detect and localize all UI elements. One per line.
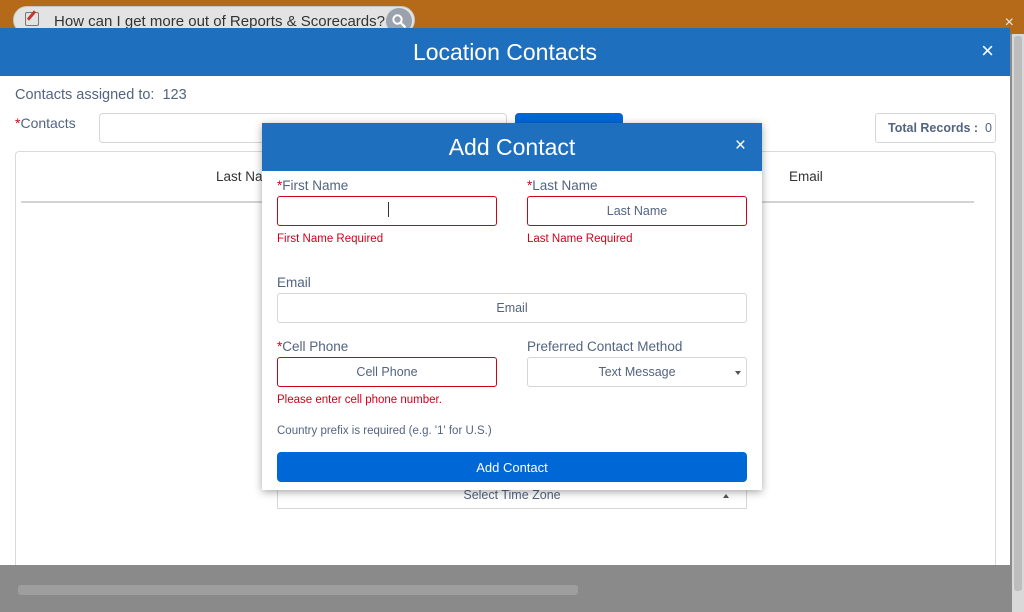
preferred-contact-selected: Text Message [598,365,676,379]
vertical-scrollbar-thumb[interactable] [1014,36,1022,591]
contacts-label-text: Contacts [20,115,76,131]
contacts-assigned-value: 123 [162,87,187,103]
first-name-label: *First Name [277,178,348,193]
total-records-label: Total Records : [888,121,979,135]
caret-up-icon [723,494,729,498]
add-contact-header: Add Contact × [262,123,762,171]
add-contact-title: Add Contact [448,134,576,160]
add-contact-button[interactable]: Add Contact [277,452,747,482]
preferred-contact-select[interactable]: Text Message [527,357,747,387]
location-contacts-title: Location Contacts [412,39,598,65]
total-records-badge: Total Records : 0 [875,113,996,143]
contacts-assigned-row: Contacts assigned to: 123 [15,87,187,103]
add-contact-close-icon[interactable]: × [735,135,746,157]
first-name-label-text: First Name [282,178,349,193]
first-name-input[interactable] [277,196,497,226]
last-name-error: Last Name Required [527,233,633,245]
last-name-label: *Last Name [527,178,598,193]
first-name-error: First Name Required [277,233,384,245]
last-name-input[interactable] [527,196,747,226]
contacts-assigned-label: Contacts assigned to: [15,87,155,103]
cell-phone-label: *Cell Phone [277,339,348,354]
text-cursor [388,202,389,217]
horizontal-scrollbar[interactable] [18,585,578,595]
email-label: Email [277,275,311,290]
cell-phone-label-text: Cell Phone [282,339,349,354]
search-icon [392,14,406,28]
cell-phone-error: Please enter cell phone number. [277,394,442,406]
caret-down-icon [735,371,741,375]
contacts-label: *Contacts [15,115,76,131]
cell-phone-input[interactable] [277,357,497,387]
edit-icon [25,12,39,26]
add-contact-modal: Add Contact × *First Name First Name Req… [262,123,762,490]
location-contacts-header: Location Contacts × [0,28,1010,76]
location-contacts-close-icon[interactable]: × [981,38,994,64]
column-header-last-name[interactable]: Last Nar [216,169,267,184]
time-zone-selected: Select Time Zone [463,488,561,502]
column-header-email[interactable]: Email [789,169,823,184]
country-prefix-note: Country prefix is required (e.g. '1' for… [277,425,492,437]
preferred-contact-label: Preferred Contact Method [527,339,683,354]
last-name-label-text: Last Name [532,178,598,193]
email-input[interactable] [277,293,747,323]
vertical-scrollbar[interactable] [1012,34,1024,612]
total-records-value: 0 [985,121,992,135]
